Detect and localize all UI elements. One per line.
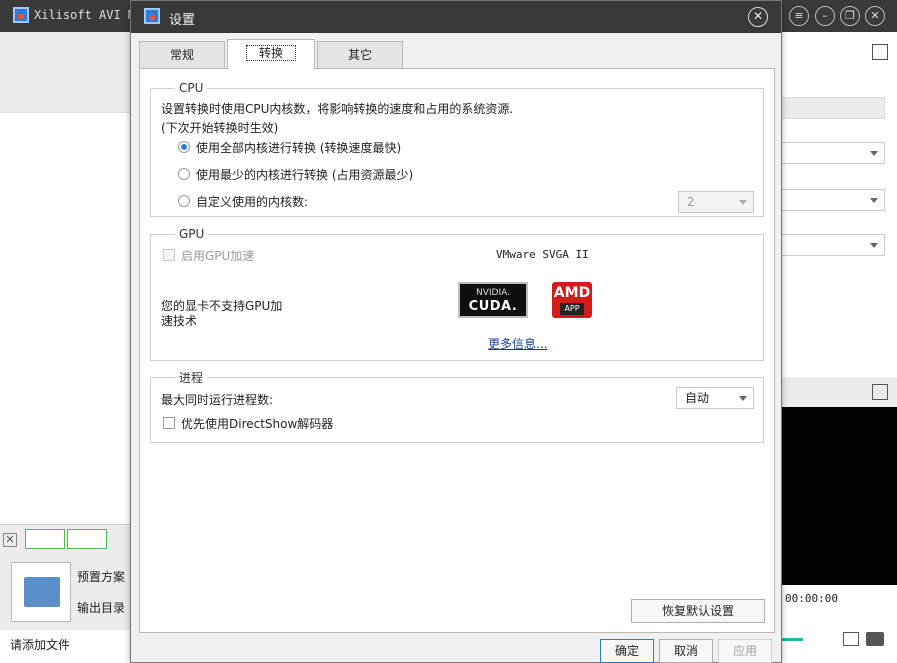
radio-all-cores-label[interactable]: 使用全部内核进行转换 (转换速度最快): [196, 139, 401, 156]
custom-cores-select[interactable]: 2: [678, 191, 754, 213]
chevron-down-icon: [739, 200, 747, 205]
chevron-down-icon: [870, 151, 878, 156]
waveform-icon: [67, 529, 107, 549]
gpu-adapter-name: VMware SVGA II: [496, 248, 589, 261]
dropdown-3[interactable]: [781, 234, 885, 256]
divider: [0, 112, 130, 113]
dialog-title: 设置: [169, 13, 196, 28]
cpu-legend: CPU: [179, 81, 204, 95]
profile-label: 预置方案: [77, 570, 126, 584]
app-logo-text: APP: [560, 303, 584, 315]
cpu-note: (下次开始转换时生效): [161, 121, 279, 135]
menu-icon[interactable]: ≡: [789, 6, 809, 26]
chevron-down-icon: [870, 243, 878, 248]
amd-app-logo: AMD APP: [552, 282, 592, 318]
divx-icon[interactable]: [11, 562, 71, 622]
close-icon[interactable]: ✕: [865, 6, 885, 26]
radio-all-cores[interactable]: [178, 141, 190, 153]
time-display: 00:00:00: [785, 592, 838, 605]
directshow-label: 优先使用DirectShow解码器: [181, 417, 334, 431]
radio-custom-cores[interactable]: [178, 195, 190, 207]
radio-min-cores-label[interactable]: 使用最少的内核进行转换 (占用资源最少): [196, 166, 413, 183]
tab-convert[interactable]: 转换: [227, 39, 315, 70]
dropdown-2[interactable]: [781, 189, 885, 211]
process-legend: 进程: [179, 371, 204, 385]
tab-convert-label: 转换: [245, 45, 296, 61]
app-logo-icon: [144, 8, 160, 24]
nvidia-logo-text: NVIDIA.: [476, 288, 510, 298]
nvidia-cuda-logo: NVIDIA. CUDA.: [458, 282, 528, 318]
left-pane: ✕ 预置方案 输出目录 请添加文件: [0, 32, 130, 663]
remove-icon[interactable]: ✕: [3, 533, 17, 547]
ok-button[interactable]: 确定: [600, 639, 654, 663]
tab-panel-convert: CPU 设置转换时使用CPU内核数，将影响转换的速度和占用的系统资源. (下次开…: [139, 68, 775, 633]
enable-gpu-label: 启用GPU加速: [181, 249, 255, 263]
gpu-legend: GPU: [179, 227, 205, 241]
output-label: 输出目录: [77, 601, 126, 615]
radio-min-cores[interactable]: [178, 168, 190, 180]
radio-custom-cores-label[interactable]: 自定义使用的内核数:: [196, 193, 308, 210]
toolbar-area: [0, 32, 130, 112]
camera-icon[interactable]: [866, 632, 884, 646]
dialog-close-button[interactable]: ✕: [748, 7, 768, 27]
max-process-select[interactable]: 自动: [676, 387, 754, 409]
settings-dialog: 设置 ✕ 常规 转换 其它 CPU 设置转换时使用CPU内核数，将影响转换的速度…: [130, 0, 782, 663]
enable-gpu-checkbox[interactable]: [163, 249, 175, 261]
video-preview: [781, 407, 897, 585]
minimize-icon[interactable]: –: [815, 6, 835, 26]
app-logo-icon: [13, 7, 29, 23]
max-process-value: 自动: [685, 391, 710, 405]
max-process-label: 最大同时运行进程数:: [161, 393, 274, 407]
tab-other[interactable]: 其它: [317, 41, 403, 69]
file-strip: ✕: [0, 524, 130, 552]
custom-cores-value: 2: [687, 195, 695, 209]
waveform-icon: [25, 529, 65, 549]
cuda-logo-text: CUDA.: [468, 299, 518, 314]
dialog-title-bar: 设置 ✕: [131, 1, 781, 33]
expand-icon[interactable]: [872, 384, 888, 400]
progress-bar[interactable]: [781, 638, 803, 641]
restore-defaults-button[interactable]: 恢复默认设置: [631, 599, 765, 623]
right-pane: 00:00:00: [781, 32, 897, 663]
add-files-hint: 请添加文件: [10, 638, 71, 652]
gpu-unsupported-text: 您的显卡不支持GPU加速技术: [161, 299, 283, 328]
apply-button[interactable]: 应用: [718, 639, 772, 663]
dropdown-1[interactable]: [781, 142, 885, 164]
expand-icon[interactable]: [872, 44, 888, 60]
directshow-checkbox[interactable]: [163, 417, 175, 429]
amd-logo-text: AMD: [553, 285, 591, 301]
cancel-button[interactable]: 取消: [659, 639, 713, 663]
tab-general[interactable]: 常规: [139, 41, 225, 69]
more-info-link[interactable]: 更多信息...: [488, 335, 547, 352]
chevron-down-icon: [870, 198, 878, 203]
preview-header: [781, 377, 897, 407]
cpu-description: 设置转换时使用CPU内核数，将影响转换的速度和占用的系统资源.: [161, 102, 514, 116]
restore-icon[interactable]: ❐: [840, 6, 860, 26]
snapshot-folder-icon[interactable]: [843, 632, 859, 646]
title-field[interactable]: [781, 97, 885, 119]
chevron-down-icon: [739, 396, 747, 401]
profile-panel: 预置方案 输出目录: [0, 552, 130, 630]
